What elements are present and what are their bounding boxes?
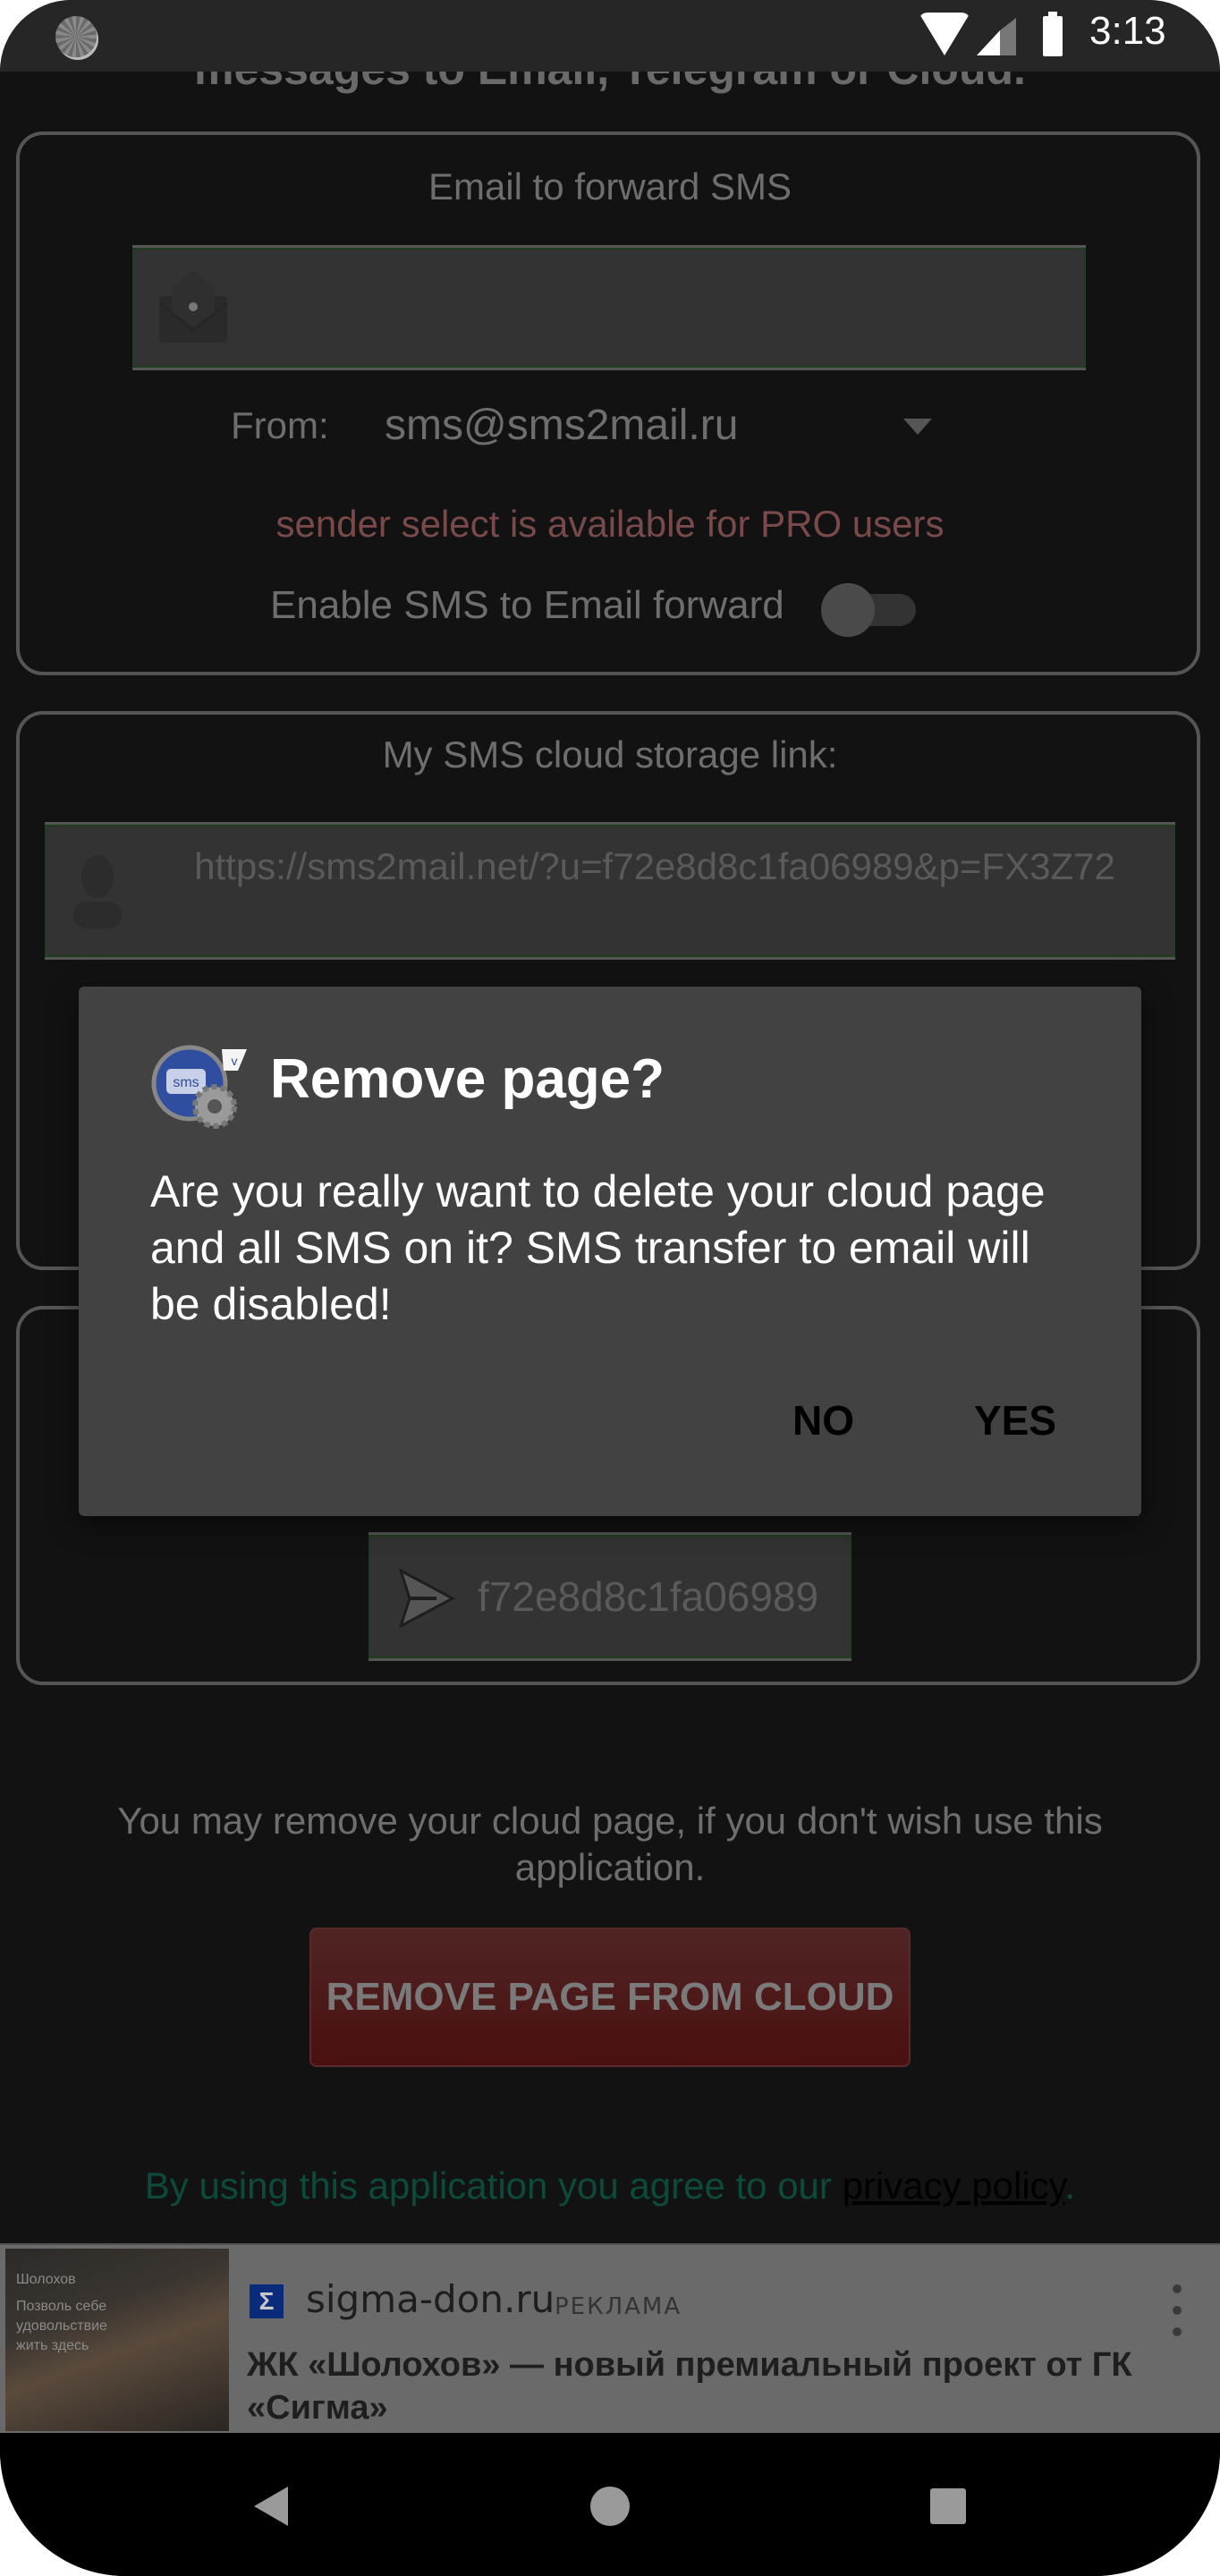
back-icon[interactable]	[254, 2487, 288, 2526]
more-options-icon[interactable]	[1172, 2284, 1182, 2356]
ad-image-text: Позволь себе удовольствие жить здесь	[16, 2299, 107, 2353]
home-icon[interactable]	[590, 2487, 630, 2526]
send-icon	[398, 1569, 456, 1628]
ad-domain[interactable]: sigma-don.ru	[306, 2277, 555, 2321]
enable-forward-label: Enable SMS to Email forward	[270, 583, 784, 627]
clock: 3:13	[1089, 9, 1166, 53]
cell-signal-icon	[977, 18, 1016, 55]
privacy-notice: By using this application you agree to o…	[0, 2165, 1220, 2207]
telegram-token-value: f72e8d8c1fa06989	[478, 1573, 819, 1620]
wifi-icon	[919, 13, 970, 55]
svg-text:v: v	[232, 1054, 238, 1068]
dialog-message: Are you really want to delete your cloud…	[150, 1166, 1046, 1329]
from-label: From:	[231, 404, 329, 446]
cloud-link-field[interactable]: https://sms2mail.net/?u=f72e8d8c1fa06989…	[45, 825, 1175, 957]
person-icon	[73, 855, 122, 928]
toggle-thumb	[821, 583, 875, 637]
battery-icon	[1043, 12, 1063, 56]
recents-icon[interactable]	[930, 2488, 966, 2524]
ad-image-brand: Шолохов	[16, 2272, 76, 2287]
phone-screen: 3:13 messages to Email, Telegram or Clou…	[0, 0, 1220, 2576]
sender-select[interactable]: sms@sms2mail.ru	[385, 401, 738, 450]
pro-note: sender select is available for PRO users	[275, 503, 945, 545]
email-input[interactable]	[132, 248, 1086, 368]
app-sync-icon	[55, 16, 97, 57]
sigma-logo-icon: Σ	[250, 2284, 284, 2318]
telegram-token-field[interactable]: f72e8d8c1fa06989	[369, 1535, 851, 1658]
envelope-icon	[158, 271, 228, 343]
ad-banner[interactable]: Шолохов Позволь себе удовольствие жить з…	[0, 2243, 1220, 2435]
remove-page-button[interactable]: REMOVE PAGE FROM CLOUD	[309, 1928, 911, 2067]
dropdown-arrow-icon[interactable]	[903, 419, 932, 435]
dialog-yes-button[interactable]: YES	[974, 1396, 1056, 1445]
navigation-bar	[0, 2433, 1220, 2576]
status-bar: 3:13	[0, 0, 1220, 72]
ad-title[interactable]: ЖК «Шолохов» — новый премиальный проект …	[247, 2343, 1141, 2429]
ad-label: РЕКЛАМА	[555, 2293, 682, 2320]
enable-forward-toggle[interactable]	[821, 583, 918, 637]
remove-note: You may remove your cloud page, if you d…	[117, 1800, 1103, 1888]
sms-settings-app-icon: sms v	[151, 1045, 247, 1129]
dialog-no-button[interactable]: NO	[792, 1396, 854, 1445]
cloud-link-value: https://sms2mail.net/?u=f72e8d8c1fa06989…	[194, 845, 1115, 887]
dialog-title: Remove page?	[270, 1048, 665, 1110]
privacy-suffix: .	[1064, 2165, 1076, 2207]
email-card-title: Email to forward SMS	[428, 165, 792, 208]
svg-text:sms: sms	[173, 1075, 199, 1090]
privacy-policy-link[interactable]: privacy policy	[843, 2165, 1065, 2207]
remove-page-dialog: sms v Remove page? Are you really want t…	[79, 987, 1141, 1516]
privacy-text: By using this application you agree to o…	[144, 2165, 843, 2207]
ad-image[interactable]: Шолохов Позволь себе удовольствие жить з…	[5, 2249, 229, 2431]
cloud-card-title: My SMS cloud storage link:	[382, 733, 838, 775]
